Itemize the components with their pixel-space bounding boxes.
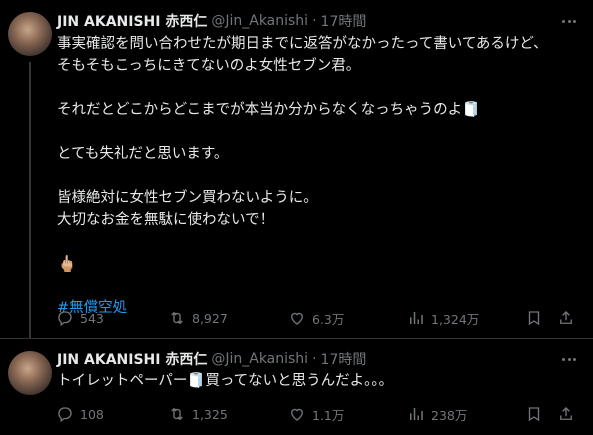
- reply-button[interactable]: 108: [56, 405, 104, 423]
- retweet-icon: [171, 311, 183, 325]
- share-icon: [560, 311, 572, 324]
- author-name[interactable]: JIN AKANISHI 赤西仁: [57, 11, 207, 31]
- views-button[interactable]: 238万: [407, 405, 467, 424]
- share-button[interactable]: [557, 309, 581, 327]
- separator: ·: [312, 13, 317, 29]
- author-name[interactable]: JIN AKANISHI 赤西仁: [57, 349, 207, 369]
- text-line: 皆様絶対に女性セブン買わないように。: [57, 190, 318, 206]
- bookmark-button[interactable]: [525, 405, 549, 423]
- retweet-button[interactable]: 1,325: [168, 405, 228, 423]
- retweet-count: 8,927: [192, 310, 228, 326]
- more-icon[interactable]: [559, 349, 579, 369]
- heart-icon: [291, 312, 303, 325]
- like-button[interactable]: 6.3万: [288, 309, 344, 328]
- emoji-line: 🖕🏼: [57, 254, 77, 273]
- avatar[interactable]: [8, 12, 52, 56]
- like-count: 1.1万: [312, 407, 345, 423]
- tweet[interactable]: JIN AKANISHI 赤西仁 @Jin_Akanishi · 17時間 事実…: [0, 0, 593, 339]
- tweet-header: JIN AKANISHI 赤西仁 @Jin_Akanishi · 17時間: [57, 11, 366, 31]
- views-icon: [410, 312, 423, 324]
- separator: ·: [312, 351, 317, 367]
- share-button[interactable]: [557, 405, 581, 423]
- tweet-header: JIN AKANISHI 赤西仁 @Jin_Akanishi · 17時間: [57, 349, 366, 369]
- tweet-text: 事実確認を問い合わせたが期日までに返答がなかったって書いてあるけど、 そもそもこ…: [57, 33, 562, 319]
- author-handle[interactable]: @Jin_Akanishi: [211, 351, 308, 367]
- views-button[interactable]: 1,324万: [407, 309, 479, 328]
- text-line: それだとどこからどこまでが本当か分からなくなっちゃうのよ🧻: [57, 102, 481, 118]
- text-line: トイレットペーパー🧻買ってないと思うんだよ。。。: [57, 373, 394, 389]
- view-count: 238万: [431, 407, 468, 423]
- retweet-icon: [171, 407, 183, 421]
- bookmark-icon: [528, 407, 540, 422]
- view-count: 1,324万: [431, 311, 480, 327]
- action-bar: 108 1,325 1.1万 238万: [50, 402, 588, 426]
- heart-icon: [291, 408, 303, 421]
- bookmark-icon: [528, 311, 540, 326]
- thread-line: [29, 62, 31, 338]
- action-bar: 543 8,927 6.3万 1,324万: [50, 306, 588, 330]
- text-line: そもそもこっちにきてないのよ女性セブン君。: [57, 58, 361, 74]
- more-icon[interactable]: [559, 11, 579, 31]
- retweet-count: 1,325: [192, 406, 228, 422]
- reply-button[interactable]: 543: [56, 309, 104, 327]
- reply-icon: [58, 311, 72, 327]
- retweet-button[interactable]: 8,927: [168, 309, 228, 327]
- reply-icon: [58, 407, 72, 423]
- bookmark-button[interactable]: [525, 309, 549, 327]
- author-handle[interactable]: @Jin_Akanishi: [211, 13, 308, 29]
- like-count: 6.3万: [312, 311, 345, 327]
- tweet-text: トイレットペーパー🧻買ってないと思うんだよ。。。: [57, 370, 562, 392]
- reply-count: 108: [80, 406, 104, 422]
- timestamp[interactable]: 17時間: [321, 11, 367, 31]
- like-button[interactable]: 1.1万: [288, 405, 344, 424]
- text-line: とても失礼だと思います。: [57, 146, 229, 162]
- text-line: 大切なお金を無駄に使わないで！: [57, 212, 275, 228]
- reply-count: 543: [80, 310, 104, 326]
- timestamp[interactable]: 17時間: [321, 349, 367, 369]
- avatar[interactable]: [8, 351, 52, 395]
- text-line: 事実確認を問い合わせたが期日までに返答がなかったって書いてあるけど、: [57, 36, 548, 52]
- share-icon: [560, 407, 572, 420]
- views-icon: [410, 408, 423, 420]
